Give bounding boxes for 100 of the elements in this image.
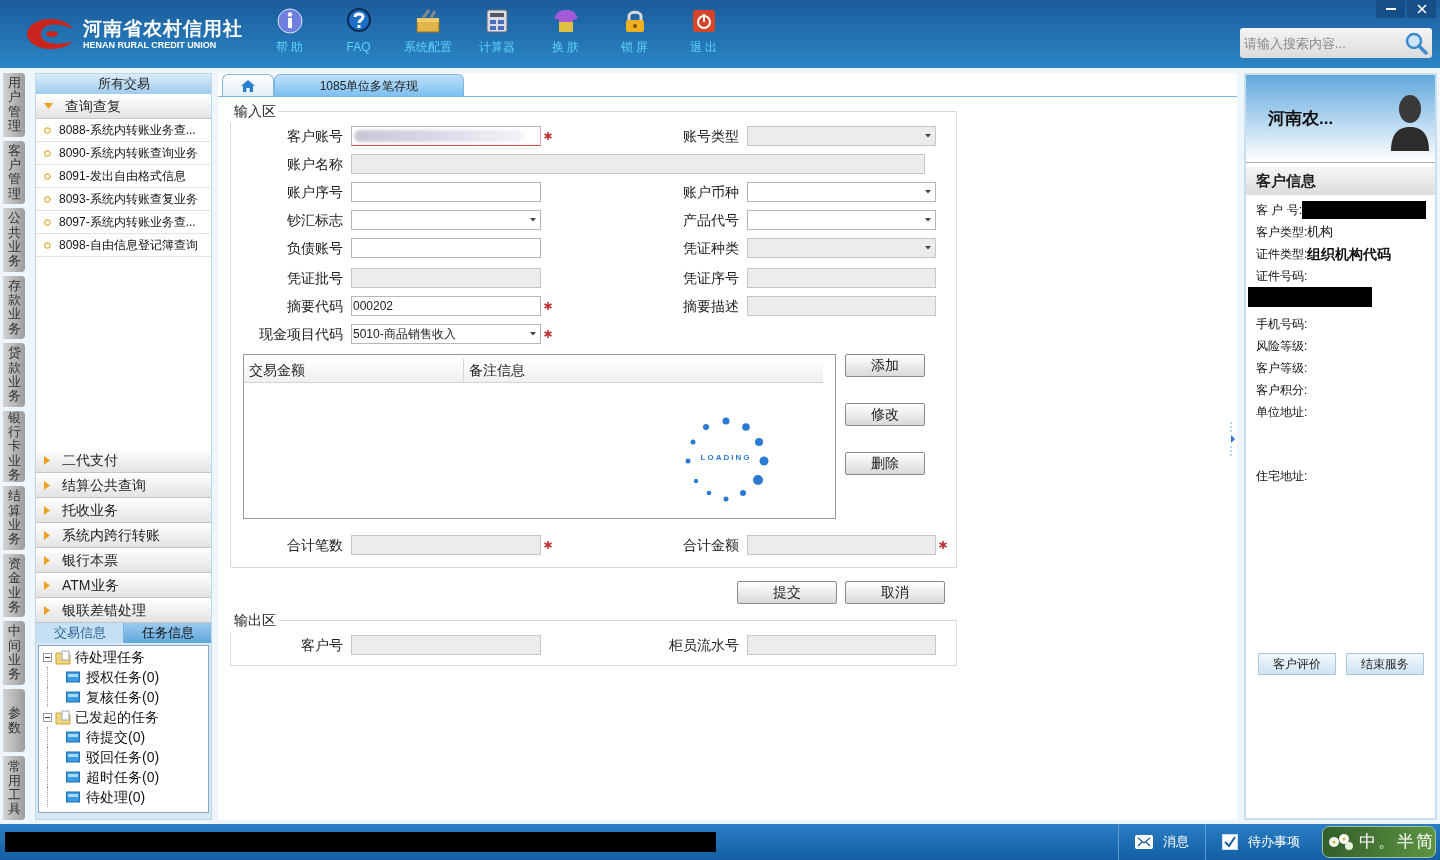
- home-icon: [240, 78, 256, 93]
- menu-group[interactable]: 结算公共查询: [36, 473, 211, 498]
- info-label: 客户类型:: [1256, 224, 1308, 241]
- field-label: 客户账号: [286, 126, 344, 146]
- text-field[interactable]: [351, 126, 541, 146]
- help-icon: [345, 8, 372, 34]
- sidebar-header: 所有交易: [36, 74, 211, 94]
- menu-group[interactable]: 银联差错处理: [36, 598, 211, 623]
- info-value: 机构: [1307, 223, 1334, 242]
- action-button[interactable]: 删除: [845, 452, 925, 475]
- action-button[interactable]: 修改: [845, 403, 925, 426]
- folder-icon: [66, 751, 80, 763]
- menu-group[interactable]: 二代支付: [36, 448, 211, 473]
- logo-title: 河南省农村信用社: [83, 18, 243, 38]
- status-item[interactable]: 消息: [1118, 824, 1205, 860]
- tree-node[interactable]: 待提交(0): [86, 726, 146, 748]
- action-button[interactable]: 添加: [845, 354, 925, 377]
- info-label: 单位地址:: [1256, 404, 1308, 421]
- tree-node[interactable]: 已发起的任务: [75, 706, 159, 728]
- panel-button[interactable]: 结束服务: [1346, 653, 1424, 675]
- side-tab[interactable]: 客户管理: [3, 140, 25, 205]
- tree-node[interactable]: 授权任务(0): [86, 666, 160, 688]
- menu-item[interactable]: 8088-系统内转账业务查...: [36, 119, 211, 142]
- tree-node[interactable]: 驳回任务(0): [86, 746, 160, 768]
- bullet-icon: [44, 195, 51, 203]
- bullet-icon: [44, 218, 51, 226]
- info-label: 证件号码:: [1256, 268, 1308, 285]
- field-label: 凭证批号: [286, 268, 344, 288]
- search-icon: [1404, 31, 1428, 55]
- field-label: 账户币种: [682, 182, 740, 202]
- dropdown-field[interactable]: 5010-商品销售收入: [351, 324, 541, 344]
- loading-spinner: LOADING: [678, 411, 774, 507]
- tree-node[interactable]: 复核任务(0): [86, 686, 160, 708]
- dropdown-field[interactable]: [747, 182, 936, 202]
- folder-icon: [66, 791, 80, 803]
- menu-item[interactable]: 8098-自由信息登记簿查询: [36, 234, 211, 257]
- close-button[interactable]: [1407, 0, 1436, 18]
- section-title: 输出区: [233, 611, 277, 630]
- folder-icon: [66, 731, 80, 743]
- info-label: 风险等级:: [1256, 338, 1308, 355]
- side-tab[interactable]: 常用工具: [3, 756, 25, 820]
- page-tab[interactable]: 1085单位多笔存现: [274, 74, 464, 96]
- tree-node[interactable]: 超时任务(0): [86, 766, 160, 788]
- text-field[interactable]: [351, 182, 541, 202]
- home-tab[interactable]: [222, 74, 274, 96]
- side-tab[interactable]: 银行卡业务: [3, 410, 25, 483]
- side-tab[interactable]: 资金业务: [3, 553, 25, 618]
- bullet-icon: [44, 149, 51, 157]
- menu-group[interactable]: 托收业务: [36, 498, 211, 523]
- tree-node[interactable]: 待处理任务: [75, 646, 145, 668]
- action-button[interactable]: 提交: [737, 581, 837, 604]
- menu-group[interactable]: 银行本票: [36, 548, 211, 573]
- side-tab[interactable]: 存款业务: [3, 275, 25, 340]
- minimize-icon: [1385, 7, 1396, 11]
- field-label: 合计金额: [682, 535, 740, 555]
- field-label: 摘要描述: [682, 296, 740, 316]
- collapse-icon[interactable]: [43, 712, 52, 722]
- dropdown-field[interactable]: [747, 210, 936, 230]
- text-field[interactable]: [351, 238, 541, 258]
- side-tab[interactable]: 贷款业务: [3, 343, 25, 407]
- input-method-badge[interactable]: 中。半简: [1322, 826, 1436, 858]
- side-tab[interactable]: 用户管理: [3, 73, 25, 137]
- folder-icon: [55, 709, 72, 725]
- panel-tab[interactable]: 交易信息: [36, 623, 123, 643]
- status-item[interactable]: 待办事项: [1205, 824, 1316, 860]
- side-tab[interactable]: 参数: [3, 688, 25, 753]
- toolbox-icon: [414, 8, 441, 34]
- text-field[interactable]: 000202: [351, 296, 541, 316]
- menu-item[interactable]: 8091-发出自由格式信息: [36, 165, 211, 188]
- minimize-button[interactable]: [1376, 0, 1405, 18]
- checkbox-icon: [1222, 834, 1238, 850]
- info-icon: [276, 8, 303, 34]
- search-field[interactable]: 请输入搜索内容...: [1240, 28, 1432, 58]
- folder-icon: [55, 649, 72, 665]
- column-header: 交易金额: [244, 359, 464, 382]
- dropdown-field[interactable]: [351, 210, 541, 230]
- menu-group[interactable]: 查询查复: [36, 94, 211, 119]
- field-label: 柜员流水号: [668, 635, 740, 655]
- menu-item[interactable]: 8090-系统内转账查询业务: [36, 142, 211, 165]
- info-label: 住宅地址:: [1256, 468, 1308, 485]
- action-button[interactable]: 取消: [845, 581, 945, 604]
- tree-node[interactable]: 待处理(0): [86, 786, 146, 808]
- side-tab[interactable]: 结算业务: [3, 486, 25, 550]
- side-tab[interactable]: 中间业务: [3, 621, 25, 685]
- flower-icon: [1327, 832, 1355, 852]
- menu-item[interactable]: 8093-系统内转账查复业务: [36, 188, 211, 211]
- customer-name: 河南农...: [1268, 107, 1334, 130]
- collapse-icon[interactable]: [43, 652, 52, 662]
- column-header: 备注信息: [468, 361, 526, 380]
- menu-group[interactable]: 系统内跨行转账: [36, 523, 211, 548]
- panel-button[interactable]: 客户评价: [1258, 653, 1336, 675]
- menu-item[interactable]: 8097-系统内转账业务查...: [36, 211, 211, 234]
- mail-icon: [1135, 835, 1153, 849]
- menu-group[interactable]: ATM业务: [36, 573, 211, 598]
- bullet-icon: [44, 241, 51, 249]
- folder-icon: [66, 671, 80, 683]
- collapse-handle-icon[interactable]: [1230, 421, 1237, 456]
- side-tab[interactable]: 公共业务: [3, 208, 25, 272]
- panel-tab[interactable]: 任务信息: [123, 623, 211, 643]
- field-label: 负债账号: [286, 238, 344, 258]
